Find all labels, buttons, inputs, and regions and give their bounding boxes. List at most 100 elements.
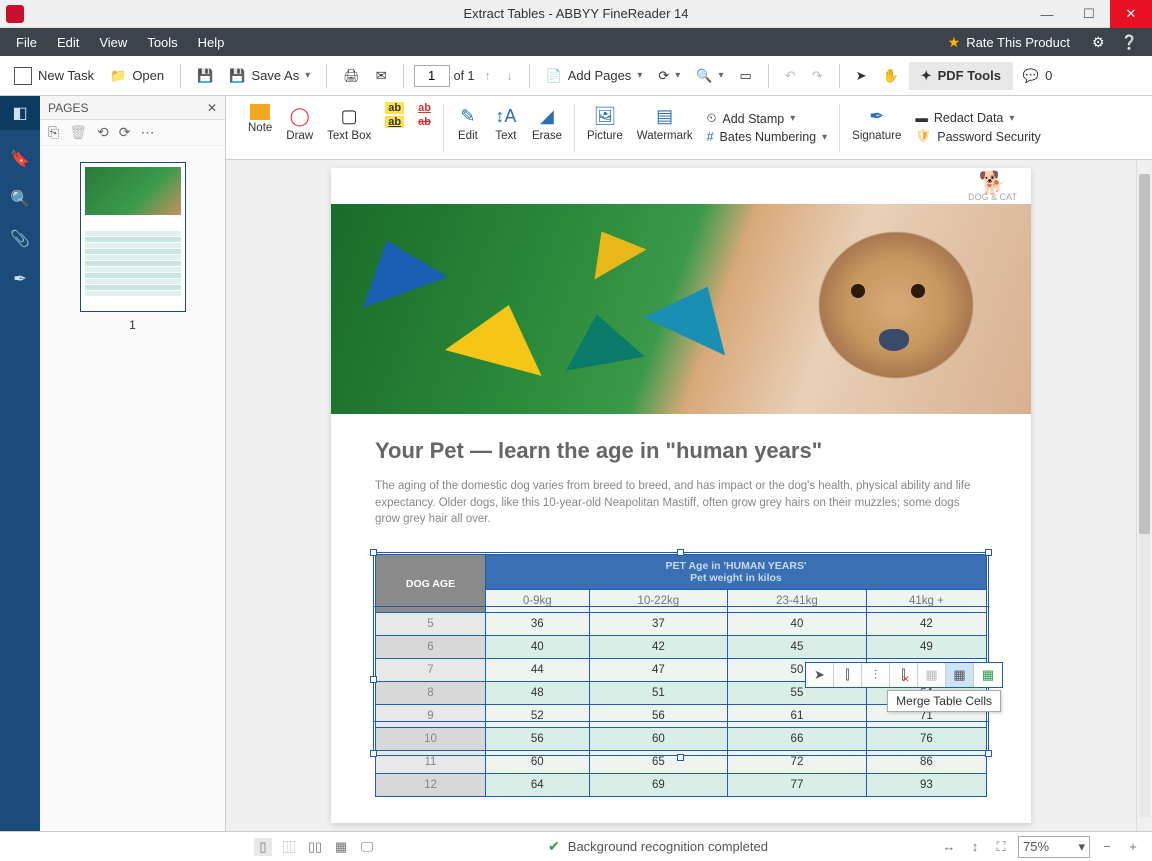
folder-icon: 📁: [110, 68, 126, 84]
attachments-nav-icon[interactable]: 📎: [9, 228, 31, 250]
pages-nav-icon[interactable]: ◧: [0, 96, 40, 130]
menu-view[interactable]: View: [89, 35, 137, 50]
fullscreen-icon[interactable]: ⛶: [992, 838, 1010, 856]
pages-panel: PAGES ✕ ⎘ 🗑 ⟲ ⟳ ⋯ 1: [40, 96, 226, 831]
maximize-button[interactable]: ☐: [1068, 0, 1110, 28]
add-horizontal-separator[interactable]: ⫶: [862, 663, 890, 687]
bookmarks-nav-icon[interactable]: 🔖: [9, 148, 31, 170]
strikeout-icon[interactable]: ab: [418, 116, 431, 128]
new-task-button[interactable]: New Task: [8, 63, 100, 89]
help-icon[interactable]: ❔: [1121, 34, 1138, 51]
password-security-button[interactable]: 🛡Password Security: [915, 129, 1040, 144]
email-button[interactable]: ✉: [370, 64, 393, 88]
view-continuous-icon[interactable]: ⿲: [280, 838, 298, 856]
underline-icon[interactable]: ab: [418, 102, 431, 114]
add-page-icon[interactable]: ⎘: [48, 124, 59, 141]
add-pages-button[interactable]: 📄Add Pages: [540, 64, 649, 88]
signature-button[interactable]: ✒Signature: [852, 100, 901, 142]
text-box-button[interactable]: ▢Text Box: [327, 100, 371, 142]
zoom-out-icon[interactable]: −: [1098, 838, 1116, 856]
signatures-nav-icon[interactable]: ✒: [9, 268, 31, 290]
settings-icon[interactable]: ⚙: [1092, 34, 1105, 51]
fit-page-icon[interactable]: ↕: [966, 838, 984, 856]
open-button[interactable]: 📁Open: [104, 64, 170, 88]
rotate-right-icon[interactable]: ⟳: [119, 124, 131, 141]
menu-file[interactable]: File: [6, 35, 47, 50]
hand-tool[interactable]: ✋: [877, 64, 905, 88]
menu-help[interactable]: Help: [188, 35, 235, 50]
fit-width-icon[interactable]: ↔: [940, 838, 958, 856]
close-panel-icon[interactable]: ✕: [207, 101, 217, 115]
split-cells-button[interactable]: ▦: [918, 663, 946, 687]
crop-button[interactable]: ▭: [734, 64, 758, 88]
next-page-button[interactable]: ↓: [501, 67, 519, 85]
menu-edit[interactable]: Edit: [47, 35, 89, 50]
underline-hl-icon[interactable]: ab: [385, 116, 404, 128]
comments-button[interactable]: 💬0: [1017, 64, 1058, 88]
delete-page-icon[interactable]: 🗑: [69, 124, 87, 141]
note-button[interactable]: Note: [248, 100, 272, 134]
add-vertical-separator[interactable]: ⫿: [834, 663, 862, 687]
edit-icon: ✎: [456, 104, 480, 128]
search-nav-icon[interactable]: 🔍: [9, 188, 31, 210]
save-button[interactable]: 💾: [191, 64, 219, 88]
document-paragraph: The aging of the domestic dog varies fro…: [375, 478, 987, 528]
document-canvas[interactable]: 🐕 DOG & CAT Your Pet — learn the age in …: [226, 160, 1136, 831]
watermark-icon: ▤: [653, 104, 677, 128]
redact-icon: ▬: [915, 111, 928, 125]
crop-icon: ▭: [740, 68, 752, 84]
picture-button[interactable]: 🖼Picture: [587, 100, 623, 142]
rate-product-button[interactable]: ★ Rate This Product: [948, 34, 1070, 51]
find-icon: 🔍: [696, 68, 712, 84]
edit-button[interactable]: ✎Edit: [456, 100, 480, 142]
view-single-page-icon[interactable]: ▯: [254, 838, 272, 856]
pdf-tools-button[interactable]: ✦PDF Tools: [909, 62, 1013, 90]
redo-button[interactable]: ↷: [806, 64, 829, 88]
zoom-in-icon[interactable]: +: [1124, 838, 1142, 856]
highlight-icon[interactable]: ab: [385, 102, 404, 114]
text-button[interactable]: ↕AText: [494, 100, 518, 142]
save-as-icon: 💾: [229, 68, 245, 84]
draw-button[interactable]: ◯Draw: [286, 100, 313, 142]
view-two-page-icon[interactable]: ▯▯: [306, 838, 324, 856]
bates-numbering-button[interactable]: #Bates Numbering: [707, 130, 828, 144]
delete-separator[interactable]: ⫿✕: [890, 663, 918, 687]
ribbon-toolbar: Note ◯Draw ▢Text Box ab ab ab ab ✎Edit ↕…: [226, 96, 1152, 160]
view-thumbnails-icon[interactable]: ▦: [332, 838, 350, 856]
rotate-left-icon[interactable]: ⟲: [97, 124, 109, 141]
merge-cells-button[interactable]: ▦: [946, 663, 974, 687]
redact-data-button[interactable]: ▬Redact Data: [915, 111, 1040, 125]
prev-page-button[interactable]: ↑: [479, 67, 497, 85]
close-button[interactable]: ✕: [1110, 0, 1152, 28]
view-presentation-icon[interactable]: 🖵: [358, 838, 376, 856]
more-icon[interactable]: ⋯: [140, 124, 154, 141]
vertical-scrollbar[interactable]: [1136, 160, 1152, 831]
pointer-tool[interactable]: ➤: [850, 64, 873, 88]
pointer-icon: ➤: [856, 68, 867, 84]
watermark-button[interactable]: ▤Watermark: [637, 100, 693, 142]
zoom-select[interactable]: 75%▾: [1018, 836, 1090, 858]
save-as-button[interactable]: 💾Save As: [223, 64, 316, 88]
page-thumbnail-1[interactable]: [80, 162, 186, 312]
stamp-icon: ⏲: [707, 111, 717, 126]
find-button[interactable]: 🔍: [690, 64, 729, 88]
menu-tools[interactable]: Tools: [137, 35, 187, 50]
table-select-tool[interactable]: ➤: [806, 663, 834, 687]
print-button[interactable]: 🖨: [337, 64, 366, 88]
table-area-button[interactable]: ▦: [974, 663, 1002, 687]
new-task-icon: [14, 67, 32, 85]
star-icon: ★: [948, 34, 961, 51]
undo-button[interactable]: ↶: [779, 64, 802, 88]
shield-icon: 🛡: [915, 129, 931, 144]
erase-icon: ◢: [535, 104, 559, 128]
page-number-input[interactable]: [414, 65, 450, 87]
add-pages-icon: 📄: [546, 68, 562, 84]
menubar: File Edit View Tools Help ★ Rate This Pr…: [0, 28, 1152, 56]
erase-button[interactable]: ◢Erase: [532, 100, 562, 142]
picture-icon: 🖼: [593, 104, 617, 128]
add-stamp-button[interactable]: ⏲Add Stamp: [707, 111, 828, 126]
minimize-button[interactable]: —: [1026, 0, 1068, 28]
table-edit-toolbar: ➤ ⫿ ⫶ ⫿✕ ▦ ▦ ▦: [805, 662, 1003, 688]
bates-icon: #: [707, 130, 714, 144]
rotate-button[interactable]: ⟳: [652, 64, 686, 88]
